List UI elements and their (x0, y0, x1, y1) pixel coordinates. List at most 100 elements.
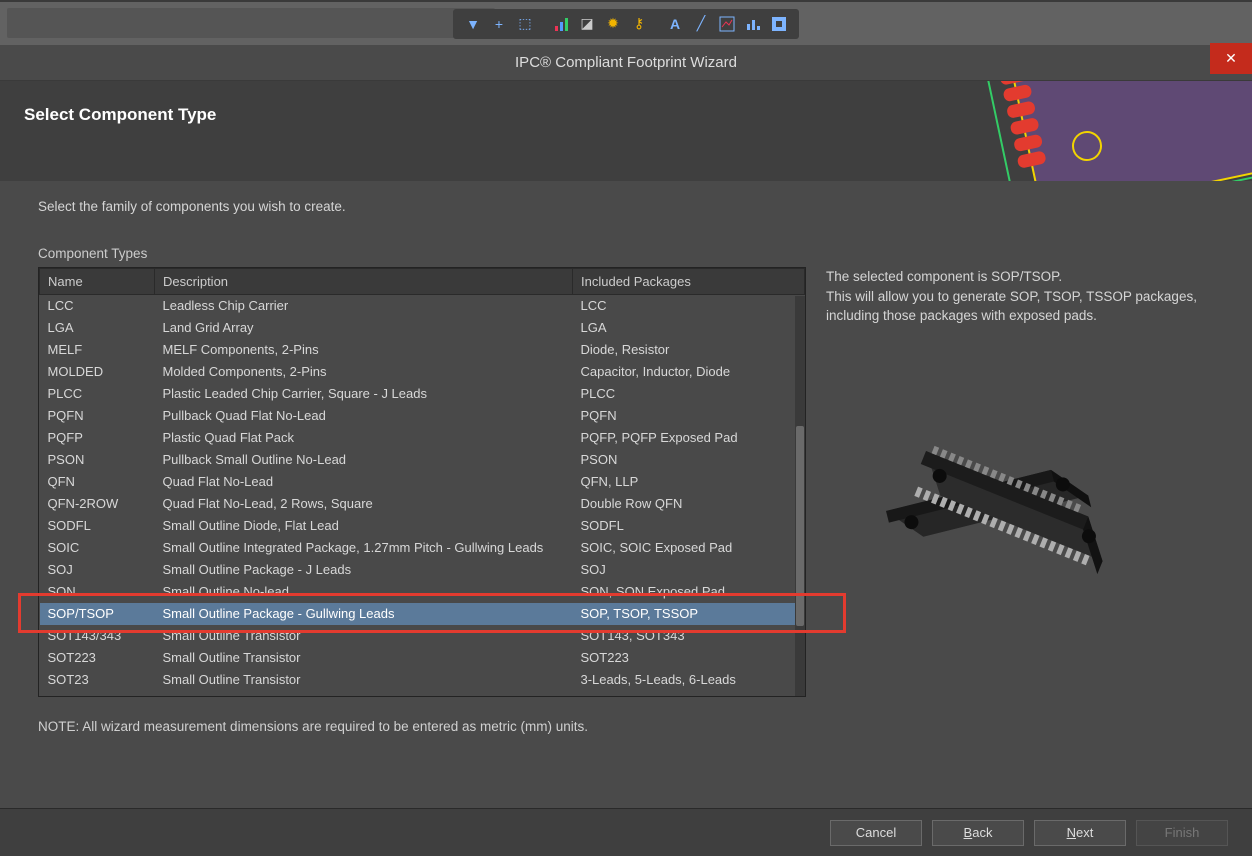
header-illustration (942, 81, 1252, 181)
cell-name: SOT89 (40, 691, 155, 698)
cell-pkg: SOP, TSOP, TSSOP (573, 603, 805, 625)
cell-name: SON (40, 581, 155, 603)
table-row[interactable]: SOT23Small Outline Transistor3-Leads, 5-… (40, 669, 805, 691)
chart-icon[interactable] (715, 12, 739, 36)
cell-pkg: SON, SON Exposed Pad (573, 581, 805, 603)
cell-pkg: SOIC, SOIC Exposed Pad (573, 537, 805, 559)
instruction-text: Select the family of components you wish… (38, 199, 1228, 214)
table-row[interactable]: LGALand Grid ArrayLGA (40, 317, 805, 339)
cell-name: LGA (40, 317, 155, 339)
cell-pkg: Capacitor, Inductor, Diode (573, 361, 805, 383)
table-row[interactable]: LCCLeadless Chip CarrierLCC (40, 295, 805, 317)
bar-chart-icon[interactable] (741, 12, 765, 36)
cell-pkg: SOT143, SOT343 (573, 625, 805, 647)
eraser-icon[interactable]: ◪ (575, 12, 599, 36)
cell-desc: Plastic Quad Flat Pack (155, 427, 573, 449)
table-row[interactable]: SONSmall Outline No-leadSON, SON Exposed… (40, 581, 805, 603)
cell-pkg: SOT89 (573, 691, 805, 698)
cell-desc: Small Outline Transistor (155, 669, 573, 691)
cell-desc: Molded Components, 2-Pins (155, 361, 573, 383)
table-row[interactable]: SOT223Small Outline TransistorSOT223 (40, 647, 805, 669)
col-name[interactable]: Name (40, 269, 155, 295)
col-description[interactable]: Description (155, 269, 573, 295)
cell-name: PQFN (40, 405, 155, 427)
cell-pkg: 3-Leads, 5-Leads, 6-Leads (573, 669, 805, 691)
cell-desc: Small Outline No-lead (155, 581, 573, 603)
cell-desc: Small Outline Transistor (155, 691, 573, 698)
cell-desc: Small Outline Integrated Package, 1.27mm… (155, 537, 573, 559)
table-row[interactable]: MOLDEDMolded Components, 2-PinsCapacitor… (40, 361, 805, 383)
cell-name: PSON (40, 449, 155, 471)
cell-desc: Quad Flat No-Lead, 2 Rows, Square (155, 493, 573, 515)
cell-desc: Small Outline Diode, Flat Lead (155, 515, 573, 537)
dialog-titlebar: IPC® Compliant Footprint Wizard ✕ (0, 45, 1252, 81)
table-row[interactable]: PQFNPullback Quad Flat No-LeadPQFN (40, 405, 805, 427)
wizard-body: Select the family of components you wish… (0, 181, 1252, 734)
cell-pkg: PQFN (573, 405, 805, 427)
cell-name: QFN-2ROW (40, 493, 155, 515)
table-row[interactable]: SOT89Small Outline TransistorSOT89 (40, 691, 805, 698)
info-line2: This will allow you to generate SOP, TSO… (826, 287, 1228, 326)
table-row[interactable]: QFN-2ROWQuad Flat No-Lead, 2 Rows, Squar… (40, 493, 805, 515)
component-types-table: Name Description Included Packages LCCLe… (38, 267, 806, 697)
align-icon[interactable] (549, 12, 573, 36)
cell-pkg: Diode, Resistor (573, 339, 805, 361)
back-button[interactable]: Back (932, 820, 1024, 846)
cell-pkg: SOJ (573, 559, 805, 581)
table-row[interactable]: QFNQuad Flat No-LeadQFN, LLP (40, 471, 805, 493)
cell-name: SOT23 (40, 669, 155, 691)
cell-name: SOT143/343 (40, 625, 155, 647)
cell-desc: Plastic Leaded Chip Carrier, Square - J … (155, 383, 573, 405)
select-icon[interactable]: ⬚ (513, 12, 537, 36)
table-row[interactable]: MELFMELF Components, 2-PinsDiode, Resist… (40, 339, 805, 361)
cell-pkg: SOT223 (573, 647, 805, 669)
table-row[interactable]: SOICSmall Outline Integrated Package, 1.… (40, 537, 805, 559)
cell-name: PQFP (40, 427, 155, 449)
app-topbar: ▼ + ⬚ ◪ ✹ ⚷ A ╱ (0, 0, 1252, 45)
cell-name: SOJ (40, 559, 155, 581)
table-row[interactable]: PSONPullback Small Outline No-LeadPSON (40, 449, 805, 471)
table-scrollbar[interactable] (795, 296, 805, 696)
cell-pkg: QFN, LLP (573, 471, 805, 493)
cell-desc: Pullback Quad Flat No-Lead (155, 405, 573, 427)
info-pane: The selected component is SOP/TSOP. This… (826, 267, 1228, 697)
note-text: NOTE: All wizard measurement dimensions … (38, 719, 1228, 734)
cell-desc: Land Grid Array (155, 317, 573, 339)
gear-icon[interactable]: ✹ (601, 12, 625, 36)
close-button[interactable]: ✕ (1210, 43, 1252, 74)
info-line1: The selected component is SOP/TSOP. (826, 267, 1228, 287)
filter-icon[interactable]: ▼ (461, 12, 485, 36)
table-row[interactable]: SOP/TSOPSmall Outline Package - Gullwing… (40, 603, 805, 625)
col-included-packages[interactable]: Included Packages (573, 269, 805, 295)
wizard-header: Select Component Type (0, 81, 1252, 181)
cell-desc: Small Outline Package - Gullwing Leads (155, 603, 573, 625)
text-icon[interactable]: A (663, 12, 687, 36)
cell-pkg: PQFP, PQFP Exposed Pad (573, 427, 805, 449)
table-row[interactable]: SOJSmall Outline Package - J LeadsSOJ (40, 559, 805, 581)
add-icon[interactable]: + (487, 12, 511, 36)
cell-desc: Small Outline Transistor (155, 647, 573, 669)
cell-pkg: Double Row QFN (573, 493, 805, 515)
next-button[interactable]: Next (1034, 820, 1126, 846)
cell-desc: Leadless Chip Carrier (155, 295, 573, 317)
line-icon[interactable]: ╱ (689, 12, 713, 36)
scroll-thumb[interactable] (796, 426, 804, 626)
table-row[interactable]: SODFLSmall Outline Diode, Flat LeadSODFL (40, 515, 805, 537)
cell-name: SOT223 (40, 647, 155, 669)
cell-name: SODFL (40, 515, 155, 537)
expand-icon[interactable] (767, 12, 791, 36)
finish-button[interactable]: Finish (1136, 820, 1228, 846)
cancel-button[interactable]: Cancel (830, 820, 922, 846)
table-row[interactable]: PLCCPlastic Leaded Chip Carrier, Square … (40, 383, 805, 405)
key-icon[interactable]: ⚷ (627, 12, 651, 36)
cell-desc: Pullback Small Outline No-Lead (155, 449, 573, 471)
cell-desc: Small Outline Package - J Leads (155, 559, 573, 581)
component-preview (826, 386, 1186, 646)
toolbar: ▼ + ⬚ ◪ ✹ ⚷ A ╱ (453, 9, 799, 39)
cell-name: MELF (40, 339, 155, 361)
cell-desc: MELF Components, 2-Pins (155, 339, 573, 361)
table-row[interactable]: SOT143/343Small Outline TransistorSOT143… (40, 625, 805, 647)
cell-name: SOIC (40, 537, 155, 559)
cell-pkg: PLCC (573, 383, 805, 405)
table-row[interactable]: PQFPPlastic Quad Flat PackPQFP, PQFP Exp… (40, 427, 805, 449)
